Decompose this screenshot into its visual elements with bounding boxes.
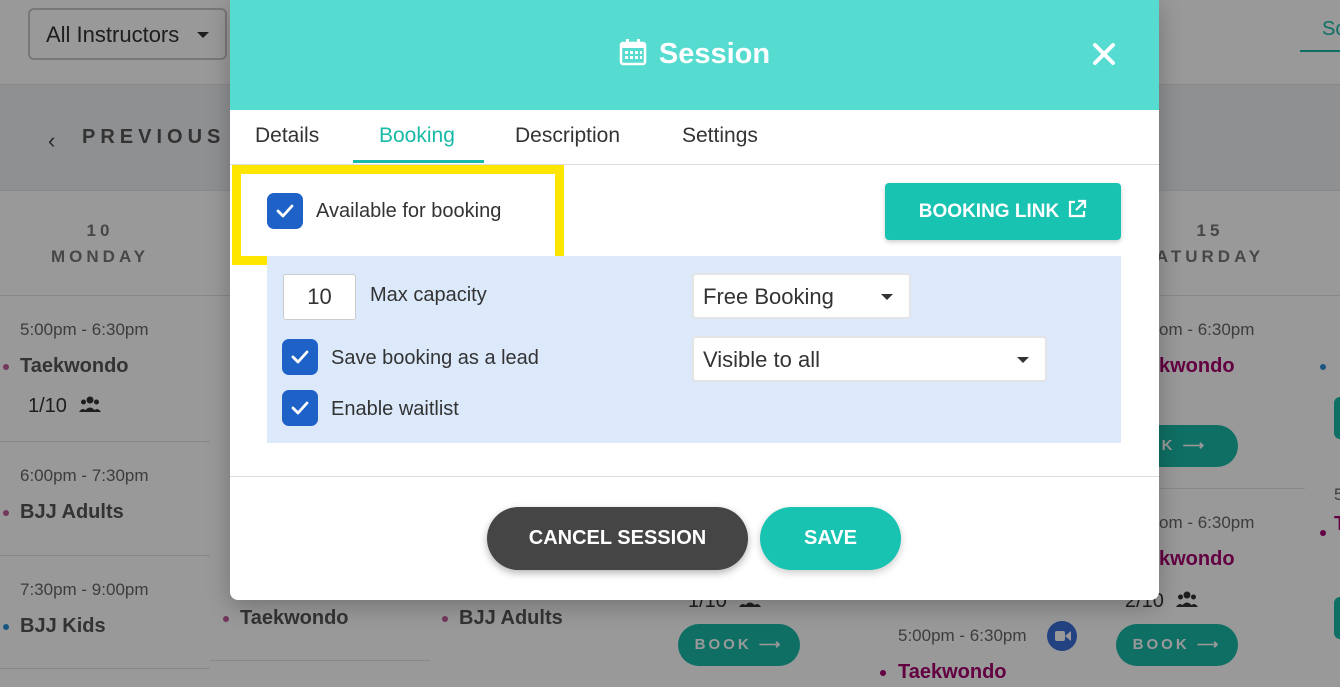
booking-link-label: BOOKING LINK	[918, 201, 1060, 222]
tab-details[interactable]: Details	[255, 124, 319, 148]
check-icon	[276, 204, 294, 218]
max-capacity-input[interactable]: 10	[283, 274, 356, 320]
cancel-session-button[interactable]: CANCEL SESSION	[487, 507, 748, 570]
available-for-booking-checkbox[interactable]	[267, 193, 303, 229]
enable-waitlist-label: Enable waitlist	[331, 398, 459, 420]
available-for-booking-label: Available for booking	[316, 200, 502, 222]
tab-settings[interactable]: Settings	[682, 124, 758, 148]
external-link-icon	[1067, 185, 1087, 242]
close-icon[interactable]	[1090, 40, 1118, 68]
caret-down-icon	[881, 294, 893, 300]
calendar-icon	[619, 38, 647, 74]
modal-header: Session	[230, 0, 1159, 110]
modal-title-text: Session	[658, 38, 771, 70]
save-booking-as-lead-label: Save booking as a lead	[331, 347, 539, 369]
booking-link-button[interactable]: BOOKING LINK	[885, 183, 1121, 240]
modal-tabs: Details Booking Description Settings	[230, 110, 1159, 165]
session-modal: Session Details Booking Description Sett…	[230, 0, 1159, 600]
visibility-select[interactable]: Visible to all	[692, 336, 1047, 382]
check-icon	[291, 350, 309, 364]
enable-waitlist-checkbox[interactable]	[282, 390, 318, 426]
max-capacity-label: Max capacity	[370, 284, 487, 306]
footer-divider	[230, 476, 1159, 477]
check-icon	[291, 401, 309, 415]
save-button[interactable]: SAVE	[760, 507, 901, 570]
save-booking-as-lead-checkbox[interactable]	[282, 339, 318, 375]
caret-down-icon	[1017, 357, 1029, 363]
booking-type-value: Free Booking	[703, 284, 834, 309]
visibility-value: Visible to all	[703, 347, 820, 372]
tab-booking[interactable]: Booking	[379, 124, 455, 148]
active-tab-indicator	[353, 160, 484, 163]
tab-description[interactable]: Description	[515, 124, 620, 148]
booking-type-select[interactable]: Free Booking	[692, 273, 911, 319]
modal-title: Session	[230, 38, 1159, 74]
